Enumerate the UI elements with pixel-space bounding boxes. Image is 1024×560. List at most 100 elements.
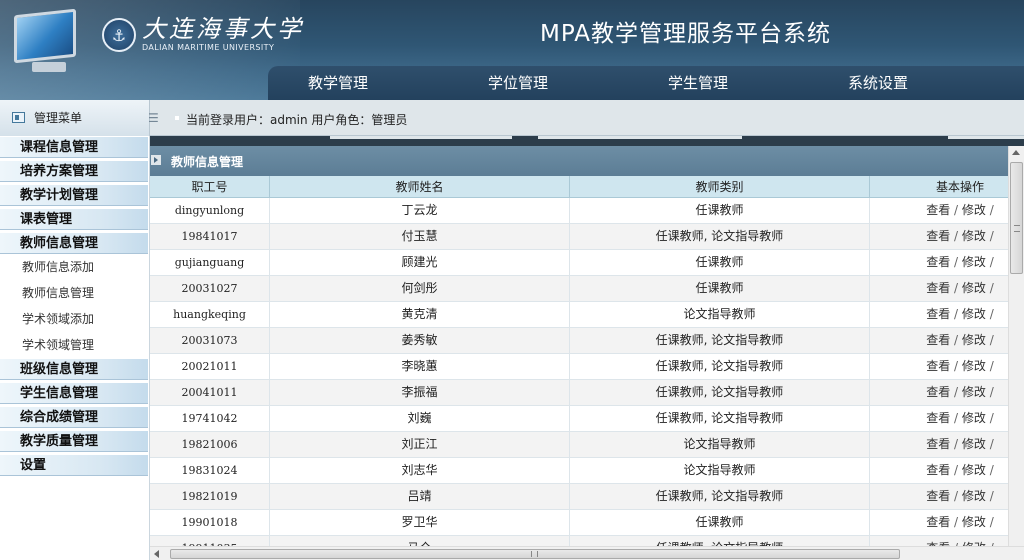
tab-slot (538, 136, 742, 139)
cell-teacher-name: 黄克清 (270, 302, 570, 327)
grip-icon (531, 551, 538, 557)
edit-link[interactable]: 修改 (962, 281, 986, 295)
view-link[interactable]: 查看 (926, 203, 950, 217)
view-link[interactable]: 查看 (926, 307, 950, 321)
expand-arrow-icon[interactable] (151, 155, 161, 165)
cell-teacher-type: 任课教师 (570, 198, 870, 223)
edit-link[interactable]: 修改 (962, 515, 986, 529)
cell-staff-id: 19741042 (150, 406, 270, 431)
cell-teacher-type: 任课教师, 论文指导教师 (570, 484, 870, 509)
cell-actions: 查看 / 修改 / (870, 380, 1024, 405)
horizontal-scrollbar[interactable] (150, 546, 1024, 560)
view-link[interactable]: 查看 (926, 359, 950, 373)
view-link[interactable]: 查看 (926, 255, 950, 269)
menu-grades[interactable]: 综合成绩管理 (0, 406, 148, 428)
menu-teaching-plan[interactable]: 教学计划管理 (0, 184, 148, 206)
collapse-menu-icon[interactable]: ☰ (148, 112, 159, 124)
action-separator: / (989, 411, 994, 425)
tab-slot (330, 136, 512, 139)
action-separator: / (989, 463, 994, 477)
menu-teacher-info[interactable]: 教师信息管理 (0, 232, 148, 254)
table-row: 19901018 罗卫华 任课教师 查看 / 修改 / (150, 510, 1008, 536)
menu-teaching-quality[interactable]: 教学质量管理 (0, 430, 148, 452)
management-menu-title: 管理菜单 (34, 111, 83, 125)
edit-link[interactable]: 修改 (962, 437, 986, 451)
edit-link[interactable]: 修改 (962, 203, 986, 217)
cell-teacher-type: 任课教师 (570, 510, 870, 535)
app-header: ⚓ 大连海事大学 DALIAN MARITIME UNIVERSITY MPA教… (0, 0, 1024, 100)
cell-teacher-name: 刘志华 (270, 458, 570, 483)
nav-degree-management[interactable]: 学位管理 (488, 66, 548, 100)
edit-link[interactable]: 修改 (962, 463, 986, 477)
table-row: gujianguang 顾建光 任课教师 查看 / 修改 / (150, 250, 1008, 276)
cell-staff-id: 20021011 (150, 354, 270, 379)
view-link[interactable]: 查看 (926, 385, 950, 399)
login-info: 当前登录用户：admin 用户角色：管理员 (186, 113, 408, 127)
view-link[interactable]: 查看 (926, 281, 950, 295)
content-area: 教师信息管理 职工号 教师姓名 教师类别 基本操作 dingyunlong 丁云龙… (150, 146, 1024, 560)
submenu-add-field[interactable]: 学术领域添加 (22, 309, 94, 329)
nav-teaching-management[interactable]: 教学管理 (308, 66, 368, 100)
menu-course-info[interactable]: 课程信息管理 (0, 136, 148, 158)
view-link[interactable]: 查看 (926, 489, 950, 503)
table-row: 19821019 吕靖 任课教师, 论文指导教师 查看 / 修改 / (150, 484, 1008, 510)
table-row: 19831024 刘志华 论文指导教师 查看 / 修改 / (150, 458, 1008, 484)
cell-teacher-name: 李振福 (270, 380, 570, 405)
nav-student-management[interactable]: 学生管理 (668, 66, 728, 100)
menu-training-plan[interactable]: 培养方案管理 (0, 160, 148, 182)
action-separator: / (989, 437, 994, 451)
action-separator: / (989, 281, 994, 295)
edit-link[interactable]: 修改 (962, 385, 986, 399)
action-separator: / (989, 203, 994, 217)
view-link[interactable]: 查看 (926, 515, 950, 529)
university-name-en: DALIAN MARITIME UNIVERSITY (142, 43, 275, 52)
action-separator: / (954, 229, 959, 243)
edit-link[interactable]: 修改 (962, 359, 986, 373)
view-link[interactable]: 查看 (926, 463, 950, 477)
vertical-scroll-thumb[interactable] (1010, 162, 1023, 274)
action-separator: / (989, 307, 994, 321)
nav-system-settings[interactable]: 系统设置 (848, 66, 908, 100)
menu-class-info[interactable]: 班级信息管理 (0, 358, 148, 380)
view-link[interactable]: 查看 (926, 437, 950, 451)
edit-link[interactable]: 修改 (962, 333, 986, 347)
submenu-add-teacher[interactable]: 教师信息添加 (22, 257, 94, 277)
view-link[interactable]: 查看 (926, 229, 950, 243)
action-separator: / (954, 489, 959, 503)
edit-link[interactable]: 修改 (962, 489, 986, 503)
action-separator: / (954, 411, 959, 425)
edit-link[interactable]: 修改 (962, 411, 986, 425)
view-link[interactable]: 查看 (926, 333, 950, 347)
cell-actions: 查看 / 修改 / (870, 484, 1024, 509)
top-nav: 教学管理 学位管理 学生管理 系统设置 (268, 66, 1024, 100)
action-separator: / (954, 515, 959, 529)
cell-teacher-name: 付玉慧 (270, 224, 570, 249)
submenu-manage-teacher[interactable]: 教师信息管理 (22, 283, 94, 303)
vertical-scrollbar[interactable] (1008, 146, 1024, 546)
action-separator: / (989, 385, 994, 399)
cell-staff-id: 19901018 (150, 510, 270, 535)
edit-link[interactable]: 修改 (962, 307, 986, 321)
horizontal-scroll-thumb[interactable] (170, 549, 900, 559)
university-name-cn: 大连海事大学 (142, 15, 304, 43)
cell-teacher-name: 丁云龙 (270, 198, 570, 223)
cell-actions: 查看 / 修改 / (870, 224, 1024, 249)
menu-student-info[interactable]: 学生信息管理 (0, 382, 148, 404)
edit-link[interactable]: 修改 (962, 229, 986, 243)
cell-teacher-name: 何剑彤 (270, 276, 570, 301)
cell-staff-id: 19831024 (150, 458, 270, 483)
view-link[interactable]: 查看 (926, 411, 950, 425)
cell-staff-id: 20031073 (150, 328, 270, 353)
cell-teacher-type: 任课教师, 论文指导教师 (570, 224, 870, 249)
menu-schedule[interactable]: 课表管理 (0, 208, 148, 230)
submenu-manage-field[interactable]: 学术领域管理 (22, 335, 94, 355)
edit-link[interactable]: 修改 (962, 255, 986, 269)
scroll-up-icon[interactable] (1012, 150, 1020, 155)
table-row: 20041011 李振福 任课教师, 论文指导教师 查看 / 修改 / (150, 380, 1008, 406)
action-separator: / (954, 385, 959, 399)
scroll-left-icon[interactable] (154, 550, 159, 558)
cell-teacher-type: 任课教师, 论文指导教师 (570, 354, 870, 379)
column-header-type: 教师类别 (570, 176, 870, 198)
menu-settings[interactable]: 设置 (0, 454, 148, 476)
table-row: 19841017 付玉慧 任课教师, 论文指导教师 查看 / 修改 / (150, 224, 1008, 250)
